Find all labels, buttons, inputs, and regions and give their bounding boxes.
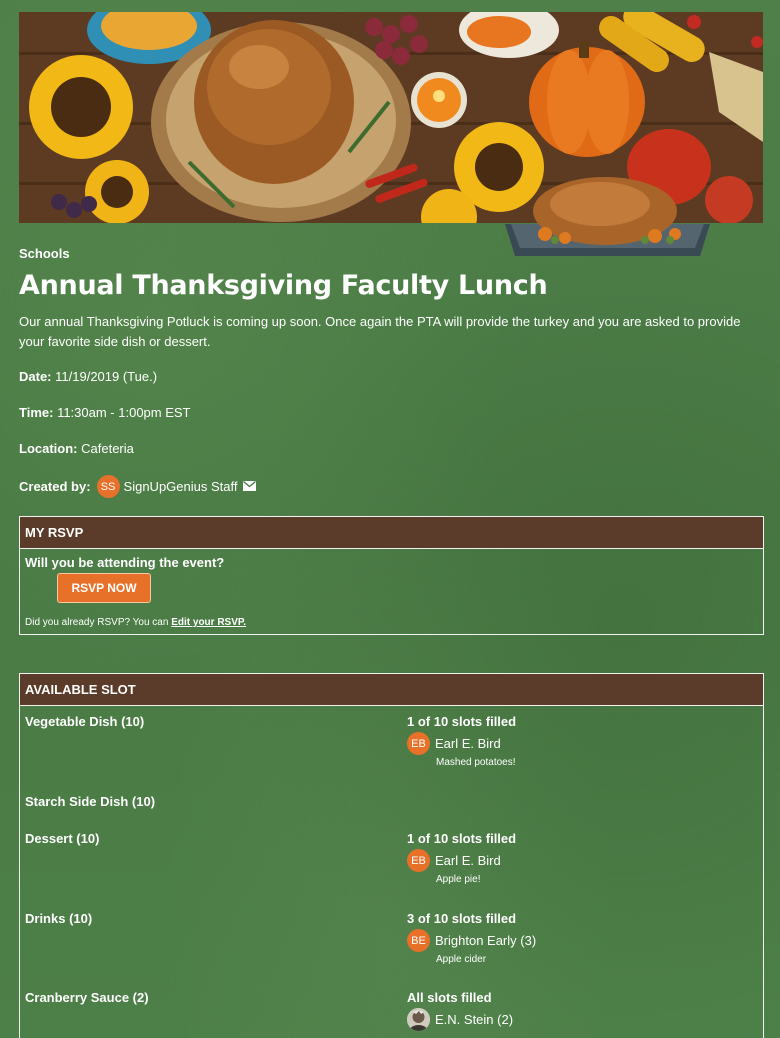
participant-avatar: BE	[407, 929, 430, 952]
event-creator: Created by: SS SignUpGenius Staff	[19, 475, 764, 498]
participant-name: Earl E. Bird	[435, 853, 501, 868]
rsvp-header: MY RSVP	[20, 517, 763, 549]
participant-name: E.N. Stein (2)	[435, 1012, 514, 1027]
participant-name: Brighton Early (3)	[435, 933, 537, 948]
signup-entry: EB Earl E. Bird	[407, 849, 501, 872]
envelope-icon[interactable]	[243, 479, 257, 494]
slot-name: Drinks (10)	[25, 911, 93, 926]
signup-comment: Mashed potatoes!	[436, 757, 516, 768]
slot-name: Vegetable Dish (10)	[25, 714, 145, 729]
participant-photo-avatar	[407, 1008, 430, 1031]
rsvp-question: Will you be attending the event?	[25, 555, 225, 570]
created-by-label: Created by:	[19, 479, 91, 494]
slots-panel: AVAILABLE SLOT Vegetable Dish (10) 1 of …	[19, 673, 764, 1038]
event-details: Schools Annual Thanksgiving Faculty Lunc…	[19, 246, 764, 498]
slot-status: 1 of 10 slots filled	[407, 831, 517, 846]
date-label: Date:	[19, 369, 52, 384]
creator-avatar: SS	[96, 475, 120, 498]
slot-name: Cranberry Sauce (2)	[25, 990, 149, 1005]
slot-status: 1 of 10 slots filled	[407, 714, 517, 729]
signup-entry: EB Earl E. Bird	[407, 732, 501, 755]
event-date: Date: 11/19/2019 (Tue.)	[19, 367, 764, 386]
slot-status: 3 of 10 slots filled	[407, 911, 517, 926]
signup-entry: E.N. Stein (2)	[407, 1008, 513, 1031]
location-label: Location:	[19, 441, 78, 456]
event-time: Time: 11:30am - 1:00pm EST	[19, 403, 764, 422]
participant-avatar: EB	[407, 849, 430, 872]
participant-avatar: EB	[407, 732, 430, 755]
location-value: Cafeteria	[81, 441, 134, 456]
page-title: Annual Thanksgiving Faculty Lunch	[19, 270, 548, 301]
event-category: Schools	[19, 246, 70, 261]
slots-header: AVAILABLE SLOT	[20, 674, 763, 706]
rsvp-now-button[interactable]: RSVP NOW	[57, 573, 151, 603]
creator-name: SignUpGenius Staff	[123, 479, 238, 494]
slot-name: Dessert (10)	[25, 831, 100, 846]
edit-rsvp-link[interactable]: Edit your RSVP.	[171, 617, 246, 628]
event-location: Location: Cafeteria	[19, 439, 764, 458]
rsvp-note: Did you already RSVP? You can Edit your …	[25, 617, 758, 628]
rsvp-note-text: Did you already RSVP? You can	[25, 617, 172, 628]
event-description: Our annual Thanksgiving Potluck is comin…	[19, 314, 741, 349]
rsvp-panel: MY RSVP Will you be attending the event?…	[19, 516, 764, 635]
time-label: Time:	[19, 405, 54, 420]
slot-name: Starch Side Dish (10)	[25, 794, 156, 809]
date-value: 11/19/2019 (Tue.)	[55, 369, 158, 384]
time-value: 11:30am - 1:00pm EST	[57, 405, 191, 420]
signup-entry: BE Brighton Early (3)	[407, 929, 536, 952]
slot-status: All slots filled	[407, 990, 492, 1005]
signup-comment: Apple pie!	[436, 874, 481, 885]
signup-comment: Apple cider	[436, 954, 487, 965]
participant-name: Earl E. Bird	[435, 736, 501, 751]
